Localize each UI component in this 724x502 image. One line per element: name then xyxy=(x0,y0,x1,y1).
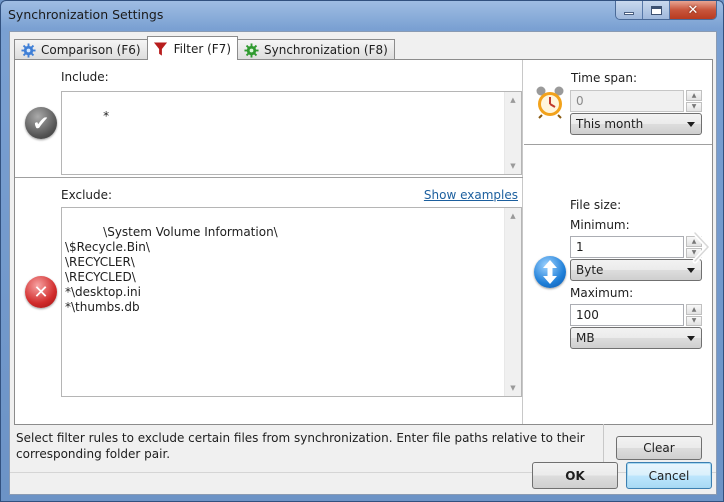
cancel-button[interactable]: Cancel xyxy=(626,462,712,489)
minimum-unit-selected: Byte xyxy=(576,263,604,277)
include-exclude-divider xyxy=(15,177,523,178)
minimize-icon xyxy=(624,11,634,15)
time-span-label: Time span: xyxy=(571,71,638,85)
dialog-client-area: Comparison (F6) Filter (F7) Synchronizat… xyxy=(9,31,717,495)
tab-comparison-label: Comparison (F6) xyxy=(41,43,141,57)
maximum-spin-buttons: ▲ ▼ xyxy=(686,304,702,326)
chevron-right-icon[interactable] xyxy=(687,229,717,265)
file-size-label: File size: xyxy=(570,198,622,212)
up-down-arrows-icon xyxy=(534,256,566,288)
include-text: * xyxy=(103,109,110,123)
maximize-icon xyxy=(650,5,662,15)
error-x-icon: ✕ xyxy=(25,276,57,308)
ok-label: OK xyxy=(565,468,585,483)
scroll-up-icon[interactable]: ▲ xyxy=(505,93,521,107)
maximum-size-spinner: 100 ▲ ▼ xyxy=(570,304,702,326)
time-span-spin-buttons: ▲ ▼ xyxy=(686,90,702,112)
spin-down-icon[interactable]: ▼ xyxy=(686,315,702,326)
minimum-unit-dropdown[interactable]: Byte xyxy=(570,259,702,281)
chevron-down-icon xyxy=(687,268,695,273)
exclude-textarea[interactable]: \System Volume Information\ \$Recycle.Bi… xyxy=(61,207,522,397)
chevron-down-icon xyxy=(687,122,695,127)
minimum-label: Minimum: xyxy=(570,218,630,232)
ok-button[interactable]: OK xyxy=(532,462,618,489)
exclude-label: Exclude: xyxy=(61,188,113,202)
clear-label: Clear xyxy=(643,441,675,455)
title-bar[interactable]: Synchronization Settings ✕ xyxy=(1,1,723,29)
checkmark-icon: ✔ xyxy=(25,107,57,139)
time-span-spinner: 0 ▲ ▼ xyxy=(570,90,702,112)
minimize-button[interactable] xyxy=(616,1,643,19)
synchronization-settings-window: Synchronization Settings ✕ Comparison (F… xyxy=(0,0,724,502)
chevron-down-icon xyxy=(687,336,695,341)
cancel-label: Cancel xyxy=(648,468,690,483)
filter-options-area: Time span: 0 ▲ ▼ This month File size: M… xyxy=(524,60,712,424)
tab-comparison[interactable]: Comparison (F6) xyxy=(14,39,148,60)
maximum-unit-dropdown[interactable]: MB xyxy=(570,327,702,349)
filter-hint-text: Select filter rules to exclude certain f… xyxy=(16,431,585,461)
tab-filter-label: Filter (F7) xyxy=(173,41,231,56)
clear-button[interactable]: Clear xyxy=(616,436,702,460)
filter-panel: Include: ✔ * ▲ ▼ Exclude: Show examples … xyxy=(14,59,713,425)
gear-blue-icon xyxy=(20,42,36,58)
gear-green-icon xyxy=(243,42,259,58)
spin-down-icon[interactable]: ▼ xyxy=(686,101,702,112)
show-examples-link[interactable]: Show examples xyxy=(424,188,518,202)
include-textarea[interactable]: * ▲ ▼ xyxy=(61,91,522,175)
funnel-icon xyxy=(153,41,169,57)
time-span-input[interactable]: 0 xyxy=(570,90,684,112)
close-icon: ✕ xyxy=(687,2,699,18)
minimum-size-spinner: 1 ▲ ▼ xyxy=(570,236,702,258)
maximum-label: Maximum: xyxy=(570,286,634,300)
alarm-clock-icon xyxy=(534,85,566,119)
tab-bar: Comparison (F6) Filter (F7) Synchronizat… xyxy=(14,36,395,60)
scroll-down-icon[interactable]: ▼ xyxy=(505,159,521,173)
include-scrollbar[interactable]: ▲ ▼ xyxy=(504,92,521,174)
spin-up-icon[interactable]: ▲ xyxy=(686,90,702,101)
scroll-down-icon[interactable]: ▼ xyxy=(505,381,521,395)
window-title: Synchronization Settings xyxy=(8,7,164,22)
maximize-button[interactable] xyxy=(643,1,670,19)
maximum-size-input[interactable]: 100 xyxy=(570,304,684,326)
time-size-divider xyxy=(524,144,712,145)
spin-up-icon[interactable]: ▲ xyxy=(686,304,702,315)
include-label: Include: xyxy=(61,70,109,84)
time-span-selected: This month xyxy=(576,117,644,131)
include-exclude-area: Include: ✔ * ▲ ▼ Exclude: Show examples … xyxy=(15,60,523,424)
tab-synchronization[interactable]: Synchronization (F8) xyxy=(237,39,395,60)
maximum-unit-selected: MB xyxy=(576,331,595,345)
tab-filter[interactable]: Filter (F7) xyxy=(146,36,238,60)
exclude-text: \System Volume Information\ \$Recycle.Bi… xyxy=(65,225,278,314)
minimum-size-input[interactable]: 1 xyxy=(570,236,684,258)
scroll-up-icon[interactable]: ▲ xyxy=(505,209,521,223)
exclude-scrollbar[interactable]: ▲ ▼ xyxy=(504,208,521,396)
tab-synchronization-label: Synchronization (F8) xyxy=(264,43,388,57)
time-span-dropdown[interactable]: This month xyxy=(570,113,702,135)
close-button[interactable]: ✕ xyxy=(670,1,716,19)
window-controls: ✕ xyxy=(615,1,717,20)
